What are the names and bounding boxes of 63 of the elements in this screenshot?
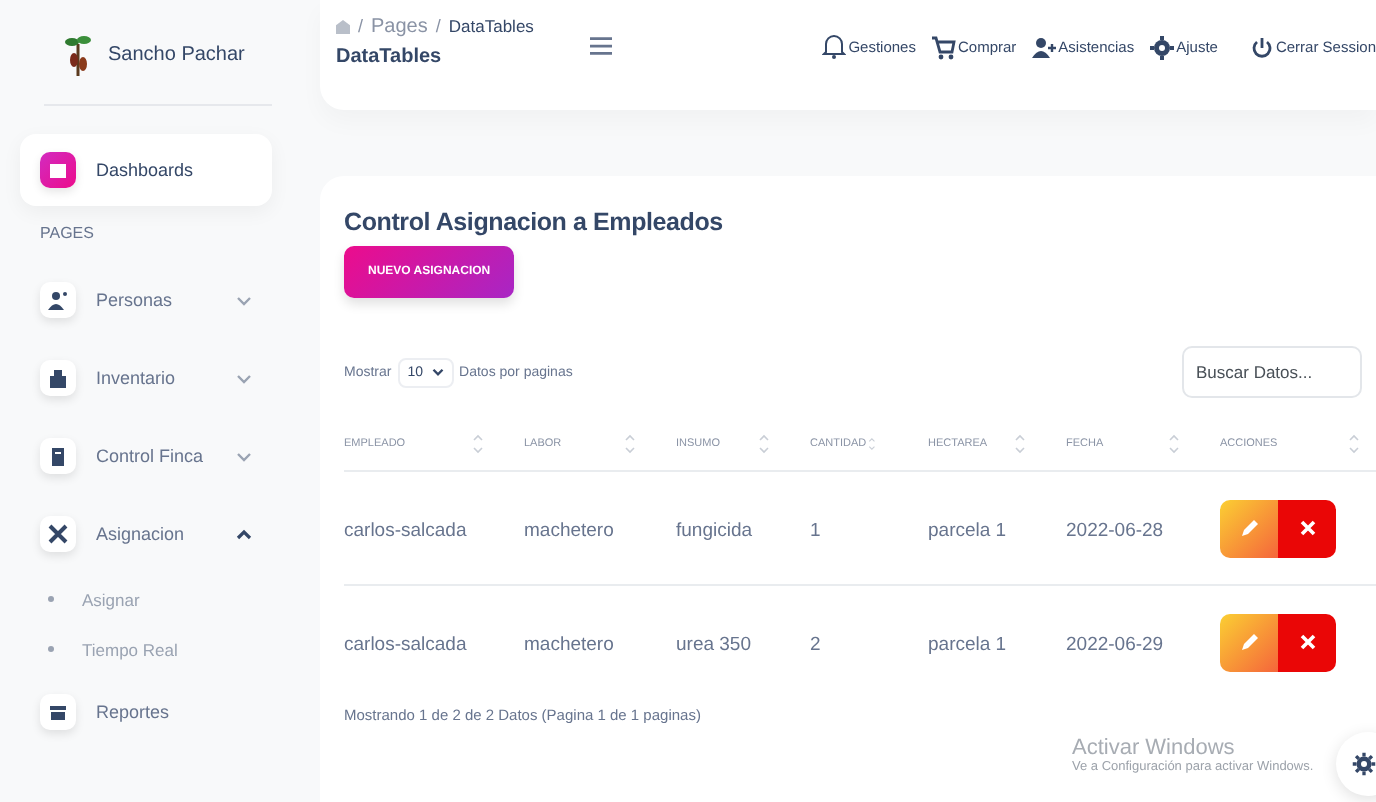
breadcrumb-item: DataTables [448, 16, 534, 36]
search-field[interactable]: Buscar Datos... [1182, 346, 1362, 398]
delete-button[interactable] [1278, 499, 1336, 557]
chevron-up-icon [236, 527, 252, 541]
table-cell: parcela 1 [928, 520, 1007, 542]
bell-icon [822, 34, 847, 60]
section-heading: PAGES [38, 224, 96, 242]
breadcrumb-separator: / [358, 16, 364, 36]
delete-button[interactable] [1278, 613, 1336, 671]
chevron-down-icon [236, 449, 252, 463]
sort-icon[interactable] [1014, 434, 1026, 454]
edit-button[interactable] [1220, 613, 1278, 671]
close-icon [1299, 520, 1315, 536]
close-icon [1299, 634, 1315, 650]
sidebar-item[interactable]: Reportes [20, 682, 272, 742]
table-cell: machetero [524, 520, 614, 542]
table-cell: machetero [524, 634, 614, 656]
table-cell: carlos-salcada [344, 520, 467, 542]
person-icon [48, 290, 68, 310]
sidebar-item[interactable]: Control Finca [20, 426, 272, 486]
pencil-icon [1239, 518, 1259, 538]
table-cell: fungicida [676, 520, 753, 542]
sidebar-item[interactable]: Personas [20, 270, 272, 330]
sort-icon[interactable] [758, 434, 770, 454]
table-cell: 2 [810, 634, 821, 656]
breadcrumb-item[interactable]: Pages [371, 15, 428, 37]
archive-icon [48, 702, 68, 722]
gear-icon [1352, 752, 1376, 776]
sidebar-item[interactable]: Dashboards [20, 134, 272, 206]
sort-icon[interactable] [1168, 434, 1180, 454]
submenu-item[interactable]: Tiempo Real [20, 632, 272, 666]
activation-notice-title: Activar Windows [1072, 736, 1237, 760]
card-title: Control Asignacion a Empleados [344, 208, 725, 236]
home-icon[interactable] [336, 19, 350, 33]
cart-icon [931, 35, 956, 59]
table-cell: parcela 1 [928, 634, 1007, 656]
sort-icon[interactable] [1348, 434, 1360, 454]
gear-icon [1150, 35, 1175, 59]
chevron-down-icon [236, 371, 252, 385]
power-icon [1249, 35, 1274, 59]
menu-icon[interactable] [589, 35, 612, 55]
sidebar-item[interactable]: Inventario [20, 348, 272, 408]
page-title: DataTables [336, 45, 444, 67]
table-cell: urea 350 [676, 634, 752, 656]
edit-button[interactable] [1220, 499, 1278, 557]
sidebar-item[interactable]: Asignacion [20, 504, 272, 564]
user-add-icon [1032, 35, 1057, 59]
table-cell: carlos-salcada [344, 634, 467, 656]
clipboard-icon [48, 446, 68, 466]
table-cell: 1 [810, 520, 821, 542]
brand-name: Sancho Pachar [108, 43, 245, 65]
breadcrumb-separator: / [435, 16, 441, 36]
plant-logo-icon [64, 32, 92, 76]
pencil-icon [1239, 632, 1259, 652]
submenu-item[interactable]: Asignar [20, 582, 272, 616]
table-cell: 2022-06-28 [1066, 520, 1164, 542]
chevron-down-icon [431, 368, 444, 376]
building-icon [48, 368, 68, 388]
tools-icon [48, 524, 68, 544]
table-cell: 2022-06-29 [1066, 634, 1164, 656]
sort-icon[interactable] [472, 434, 484, 454]
chevron-down-icon [236, 293, 252, 307]
sort-icon[interactable] [624, 434, 636, 454]
